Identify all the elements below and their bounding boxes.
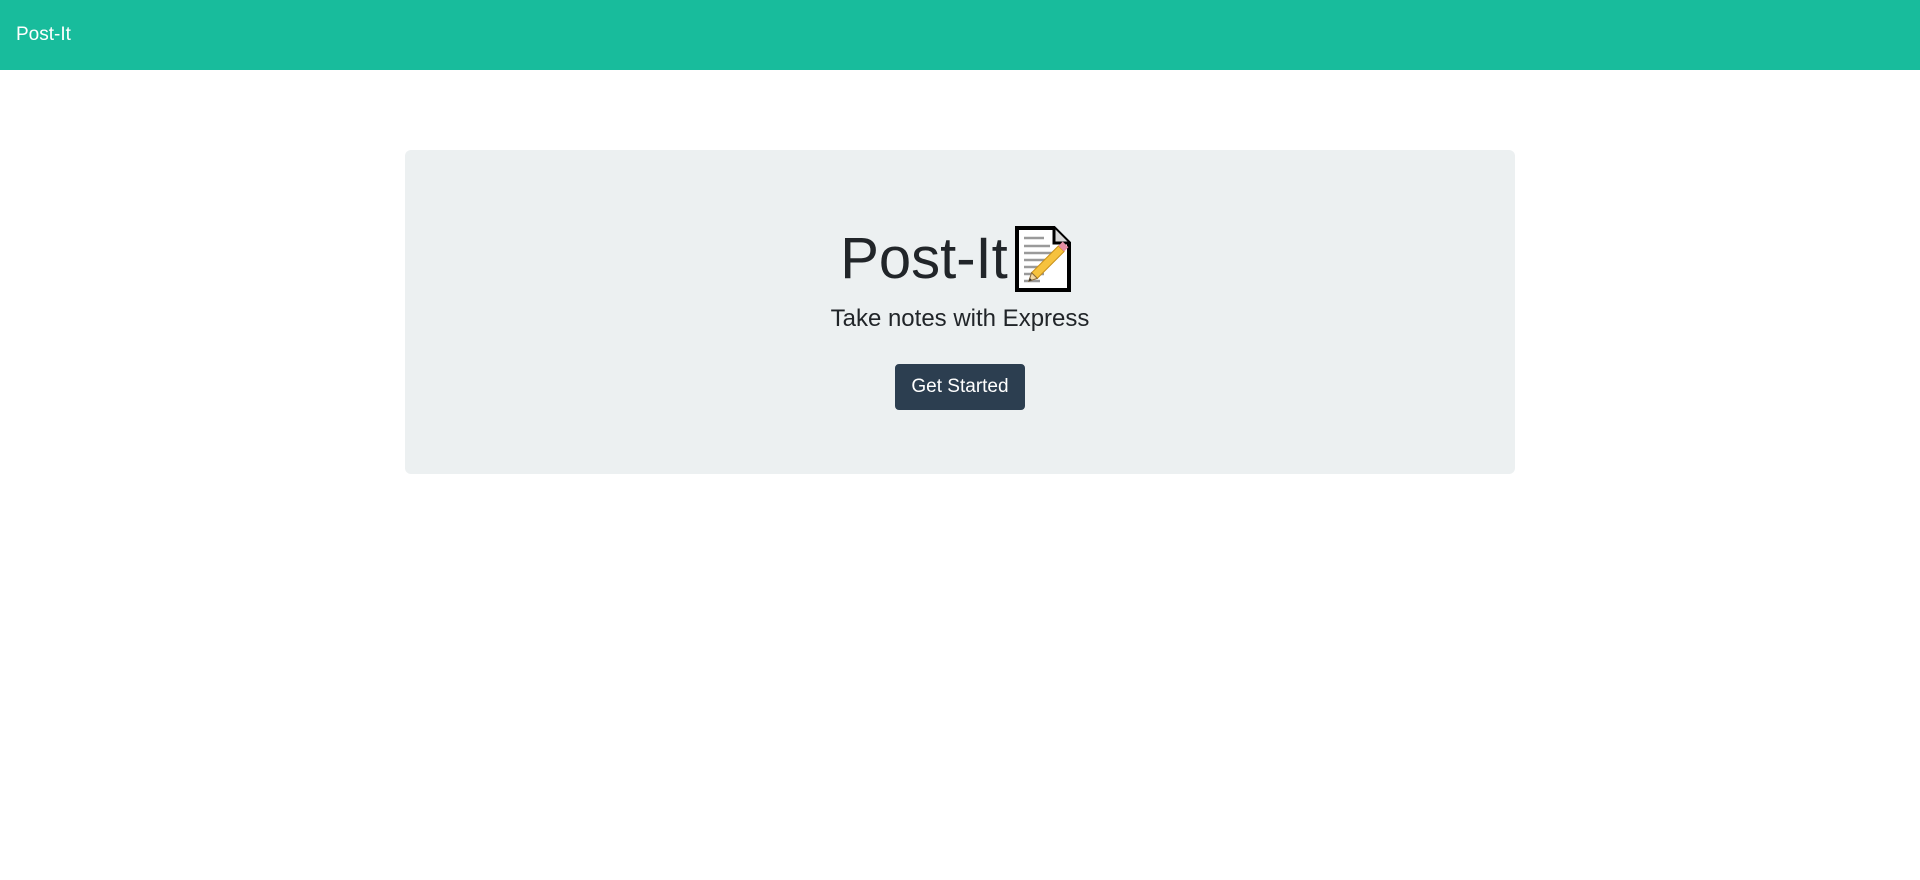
hero-title: Post-It: [405, 214, 1515, 304]
hero-subtitle: Take notes with Express: [830, 305, 1090, 332]
memo-icon: [1014, 226, 1080, 292]
top-navbar: Post-It: [0, 0, 1920, 70]
navbar-brand-link[interactable]: Post-It: [16, 22, 71, 48]
hero-title-text: Post-It: [840, 226, 1008, 291]
get-started-button[interactable]: Get Started: [895, 364, 1025, 410]
hero-jumbotron: Post-It Take notes with Express Get Star…: [405, 150, 1515, 474]
